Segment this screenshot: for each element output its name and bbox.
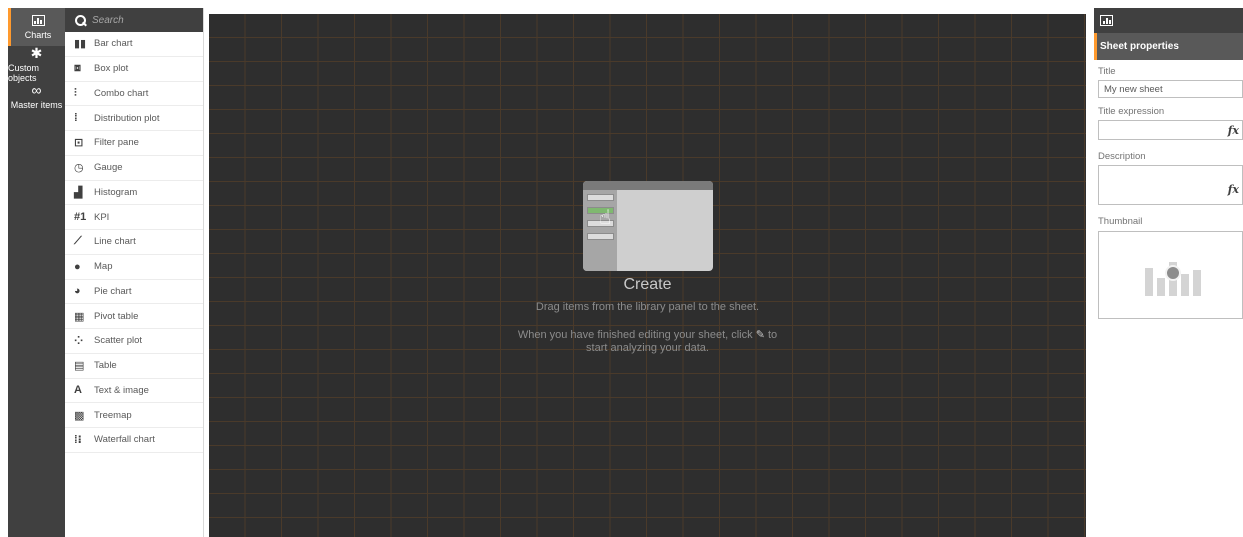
create-title: Create bbox=[623, 276, 672, 293]
library-item-label: Filter pane bbox=[94, 137, 139, 149]
library-item-label: Gauge bbox=[94, 162, 123, 174]
library-item-label: Box plot bbox=[94, 63, 129, 75]
library-item[interactable]: A Text & image bbox=[65, 379, 203, 404]
library-item-label: Combo chart bbox=[94, 87, 149, 99]
properties-header: Sheet properties bbox=[1094, 33, 1243, 60]
thumbnail-picker[interactable] bbox=[1098, 231, 1243, 319]
library-item[interactable]: ⫶ Combo chart bbox=[65, 82, 203, 107]
image-icon bbox=[1165, 265, 1181, 281]
title-input[interactable]: My new sheet bbox=[1098, 80, 1243, 98]
waterfall-chart-icon: ⁞⁝ bbox=[74, 434, 82, 447]
pie-chart-icon: ◕ bbox=[74, 285, 81, 298]
sheet-icon bbox=[1100, 15, 1113, 26]
rail-item-master-items[interactable]: ∞ Master items bbox=[8, 79, 65, 113]
search-placeholder: Search bbox=[92, 14, 124, 26]
title-expression-input[interactable]: fx bbox=[1098, 120, 1243, 140]
fx-icon[interactable]: fx bbox=[1228, 183, 1239, 196]
kpi-icon: #1 bbox=[74, 211, 87, 224]
table-icon: ▤ bbox=[74, 360, 85, 373]
library-item-label: Table bbox=[94, 360, 117, 372]
line-chart-icon: ⟋ bbox=[74, 235, 82, 248]
filter-pane-icon: ⊡ bbox=[74, 137, 84, 150]
library-item[interactable]: ▩ Treemap bbox=[65, 403, 203, 428]
library-item-label: KPI bbox=[94, 211, 110, 223]
library-item-label: Treemap bbox=[94, 409, 132, 421]
gauge-icon: ◷ bbox=[74, 162, 84, 175]
library-item-label: Distribution plot bbox=[94, 112, 160, 124]
puzzle-icon: ✱ bbox=[30, 45, 43, 61]
rail-item-label: Master items bbox=[10, 99, 63, 110]
library-item[interactable]: ◕ Pie chart bbox=[65, 280, 203, 305]
library-item[interactable]: ⁘ Scatter plot bbox=[65, 329, 203, 354]
properties-topbar bbox=[1094, 8, 1243, 33]
library-item-label: Text & image bbox=[94, 384, 149, 396]
sheet-canvas[interactable]: ☝ Create Drag items from the library pan… bbox=[209, 14, 1086, 537]
fx-icon[interactable]: fx bbox=[1228, 124, 1239, 137]
library-item-label: Pie chart bbox=[94, 285, 132, 297]
library-item[interactable]: ◷ Gauge bbox=[65, 156, 203, 181]
search-icon bbox=[75, 14, 86, 26]
box-plot-icon: ⧈ bbox=[74, 62, 81, 75]
library-item-label: Line chart bbox=[94, 236, 136, 248]
library-panel: Search ▮▮ Bar chart ⧈ Box plot ⫶ Combo chart ⁞… bbox=[65, 8, 204, 537]
library-item[interactable]: ⁞ Distribution plot bbox=[65, 106, 203, 131]
pencil-icon: ✎ bbox=[755, 329, 765, 341]
library-item-label: Scatter plot bbox=[94, 335, 143, 347]
create-instruction: Drag items from the library panel to the… bbox=[535, 301, 760, 313]
distribution-plot-icon: ⁞ bbox=[74, 112, 78, 125]
create-illustration: ☝ bbox=[583, 181, 713, 271]
treemap-icon: ▩ bbox=[74, 409, 85, 422]
rail-item-label: Charts bbox=[24, 29, 52, 40]
search-input[interactable]: Search bbox=[65, 8, 203, 32]
title-expression-label: Title expression bbox=[1098, 106, 1165, 117]
description-label: Description bbox=[1098, 151, 1146, 162]
hand-pointer-icon: ☝ bbox=[599, 207, 612, 229]
properties-panel: Sheet properties Title My new sheet Titl… bbox=[1094, 8, 1243, 537]
text-image-icon: A bbox=[74, 384, 82, 397]
library-item[interactable]: ⟋ Line chart bbox=[65, 230, 203, 255]
combo-chart-icon: ⫶ bbox=[74, 86, 77, 99]
library-item-label: Map bbox=[94, 261, 113, 273]
charts-icon bbox=[31, 14, 45, 26]
link-icon: ∞ bbox=[31, 81, 42, 98]
library-item[interactable]: #1 KPI bbox=[65, 205, 203, 230]
library-item-label: Pivot table bbox=[94, 310, 139, 322]
rail-item-label: Custom objects bbox=[8, 63, 40, 83]
create-edit-hint: When you have finished editing your shee… bbox=[517, 329, 778, 341]
histogram-icon: ▟ bbox=[74, 186, 83, 199]
title-label: Title bbox=[1098, 66, 1116, 77]
bar-chart-icon: ▮▮ bbox=[74, 38, 87, 51]
library-item[interactable]: ▮▮ Bar chart bbox=[65, 32, 203, 57]
library-item[interactable]: ▦ Pivot table bbox=[65, 304, 203, 329]
map-icon: ● bbox=[74, 260, 81, 273]
library-item-label: Bar chart bbox=[94, 38, 133, 50]
category-rail: Charts ✱ Custom objects ∞ Master items bbox=[8, 8, 65, 537]
library-item[interactable]: ● Map bbox=[65, 255, 203, 280]
create-analyze-hint: start analyzing your data. bbox=[586, 342, 709, 354]
rail-item-charts[interactable]: Charts bbox=[8, 8, 65, 46]
library-item[interactable]: ▟ Histogram bbox=[65, 181, 203, 206]
rail-item-custom-objects[interactable]: ✱ Custom objects bbox=[8, 45, 65, 83]
library-item[interactable]: ⧈ Box plot bbox=[65, 57, 203, 82]
library-list: ▮▮ Bar chart ⧈ Box plot ⫶ Combo chart ⁞ Distrib… bbox=[65, 32, 203, 453]
library-item[interactable]: ▤ Table bbox=[65, 354, 203, 379]
library-item[interactable]: ⁞⁝ Waterfall chart bbox=[65, 428, 203, 453]
thumbnail-label: Thumbnail bbox=[1098, 216, 1143, 227]
library-item-label: Waterfall chart bbox=[94, 434, 155, 446]
library-item[interactable]: ⊡ Filter pane bbox=[65, 131, 203, 156]
pivot-table-icon: ▦ bbox=[74, 310, 85, 323]
scatter-plot-icon: ⁘ bbox=[74, 335, 84, 348]
library-item-label: Histogram bbox=[94, 186, 138, 198]
description-input[interactable]: fx bbox=[1098, 165, 1243, 205]
